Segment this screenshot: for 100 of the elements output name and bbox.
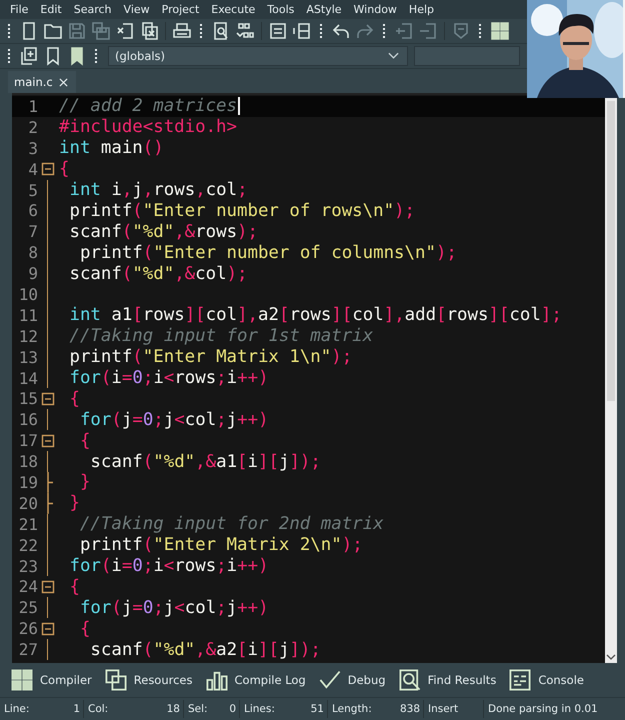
line-number: 14 xyxy=(18,368,38,388)
close-all-icon[interactable] xyxy=(139,21,159,41)
panel-tab-label: Debug xyxy=(348,673,386,687)
line-number: 1 xyxy=(27,96,38,116)
panel-tab[interactable]: Resources xyxy=(102,666,194,694)
line-number: 15 xyxy=(18,389,38,408)
line-number: 16 xyxy=(18,410,38,430)
code-line: printf("Enter Matrix 2\n"); xyxy=(78,535,363,556)
panel-tab-label: Compiler xyxy=(40,673,92,687)
panel-tab[interactable]: Compile Log xyxy=(202,666,308,694)
menu-item[interactable]: View xyxy=(118,3,156,16)
menu-item[interactable]: Help xyxy=(402,3,440,16)
panel-tab-label: Find Results xyxy=(428,673,496,687)
unindent-icon[interactable] xyxy=(292,21,312,41)
code-line: { xyxy=(59,159,70,180)
fold-collapse-icon[interactable] xyxy=(41,622,55,636)
copy-icon xyxy=(104,668,128,692)
status-label: Done parsing in 0.01 xyxy=(488,703,598,715)
panel-tab-label: Compile Log xyxy=(234,673,306,687)
menu-item[interactable]: Edit xyxy=(34,3,68,16)
code-line: } xyxy=(68,493,80,514)
code-line: //Taking input for 2nd matrix xyxy=(78,514,384,534)
line-number: 22 xyxy=(18,536,38,555)
status-label: Sel: xyxy=(188,703,208,715)
menu-item[interactable]: Tools xyxy=(261,3,300,16)
code-line: scanf("%d",&col); xyxy=(68,264,248,284)
line-number: 12 xyxy=(18,326,38,346)
status-value: 18 xyxy=(166,703,180,715)
grid-icon xyxy=(10,668,34,692)
code-line: { xyxy=(78,430,90,451)
search-icon xyxy=(398,668,422,692)
panel-tab[interactable]: Debug xyxy=(316,666,388,694)
status-label: Col: xyxy=(88,703,108,715)
scope-dropdown[interactable]: (globals) xyxy=(108,46,408,66)
close-file-icon[interactable] xyxy=(115,21,135,41)
code-line: printf("Enter number of rows\n"); xyxy=(68,200,416,221)
fold-collapse-icon[interactable] xyxy=(41,434,55,448)
line-number: 11 xyxy=(18,306,38,325)
line-number: 13 xyxy=(18,348,38,367)
code-line: printf("Enter Matrix 1\n"); xyxy=(68,347,352,368)
menu-item[interactable]: AStyle xyxy=(300,3,348,16)
line-number: 9 xyxy=(27,264,38,284)
line-number: 2 xyxy=(27,118,38,137)
code-line: int i,j,rows,col; xyxy=(68,180,248,200)
line-number: 7 xyxy=(27,222,38,242)
line-number: 8 xyxy=(27,243,38,262)
status-value: 838 xyxy=(400,703,420,715)
line-number: 6 xyxy=(27,201,38,220)
code-line: scanf("%d",&a2[i][j]); xyxy=(89,640,321,660)
fold-collapse-icon[interactable] xyxy=(41,392,55,406)
code-line: for(i=0;i<rows;i++) xyxy=(68,368,269,388)
code-line: //Taking input for 1st matrix xyxy=(68,326,374,346)
code-line: // add 2 matrices xyxy=(59,96,237,116)
grid-icon[interactable] xyxy=(490,21,510,41)
panel-tab[interactable]: Console xyxy=(506,666,586,694)
status-label: Lines: xyxy=(244,703,275,715)
line-number: 26 xyxy=(18,619,38,638)
file-tab[interactable]: main.c xyxy=(8,71,76,93)
status-value: 51 xyxy=(310,703,324,715)
code-line: for(j=0;j<col;j++) xyxy=(78,410,269,430)
code-line: { xyxy=(68,576,80,597)
code-line: scanf("%d",&a1[i][j]); xyxy=(89,452,321,472)
line-number: 4 xyxy=(27,160,38,179)
status-value: 1 xyxy=(73,703,80,715)
replace-icon[interactable] xyxy=(235,21,255,41)
panel-tab[interactable]: Find Results xyxy=(396,666,498,694)
menu-item[interactable]: Search xyxy=(68,3,118,16)
close-icon[interactable] xyxy=(58,78,68,86)
line-number: 20 xyxy=(18,494,38,513)
line-number: 27 xyxy=(18,640,38,660)
line-number: 18 xyxy=(18,452,38,472)
menu-item[interactable]: File xyxy=(4,3,34,16)
add-file-icon[interactable] xyxy=(19,46,39,66)
menu-item[interactable]: Window xyxy=(348,3,403,16)
code-line: for(j=0;j<col;j++) xyxy=(78,598,269,618)
fold-collapse-icon[interactable] xyxy=(41,162,55,176)
code-line: for(i=0;i<rows;i++) xyxy=(68,556,269,576)
line-number: 24 xyxy=(18,577,38,596)
menu-item[interactable]: Project xyxy=(156,3,206,16)
line-number: 21 xyxy=(18,514,38,534)
fold-collapse-icon[interactable] xyxy=(41,580,55,594)
console-icon xyxy=(508,668,532,692)
chevron-down-icon xyxy=(388,52,399,60)
line-number: 5 xyxy=(27,180,38,200)
text-cursor xyxy=(238,97,240,116)
chevron-down-icon[interactable] xyxy=(606,654,616,660)
code-line: { xyxy=(78,618,90,639)
indent-icon[interactable] xyxy=(268,21,288,41)
code-line: scanf("%d",&rows); xyxy=(68,222,258,242)
print-icon[interactable] xyxy=(172,21,192,41)
menu-item[interactable]: Execute xyxy=(205,3,262,16)
folder-icon[interactable] xyxy=(43,21,63,41)
panel-tab[interactable]: Compiler xyxy=(8,666,94,694)
code-line: { xyxy=(68,388,80,409)
line-number: 17 xyxy=(18,431,38,450)
panel-tab-label: Resources xyxy=(134,673,192,687)
code-line: int main() xyxy=(59,138,164,158)
scrollbar[interactable] xyxy=(605,95,617,663)
status-label: Insert xyxy=(428,703,458,715)
line-number: 3 xyxy=(27,138,38,158)
